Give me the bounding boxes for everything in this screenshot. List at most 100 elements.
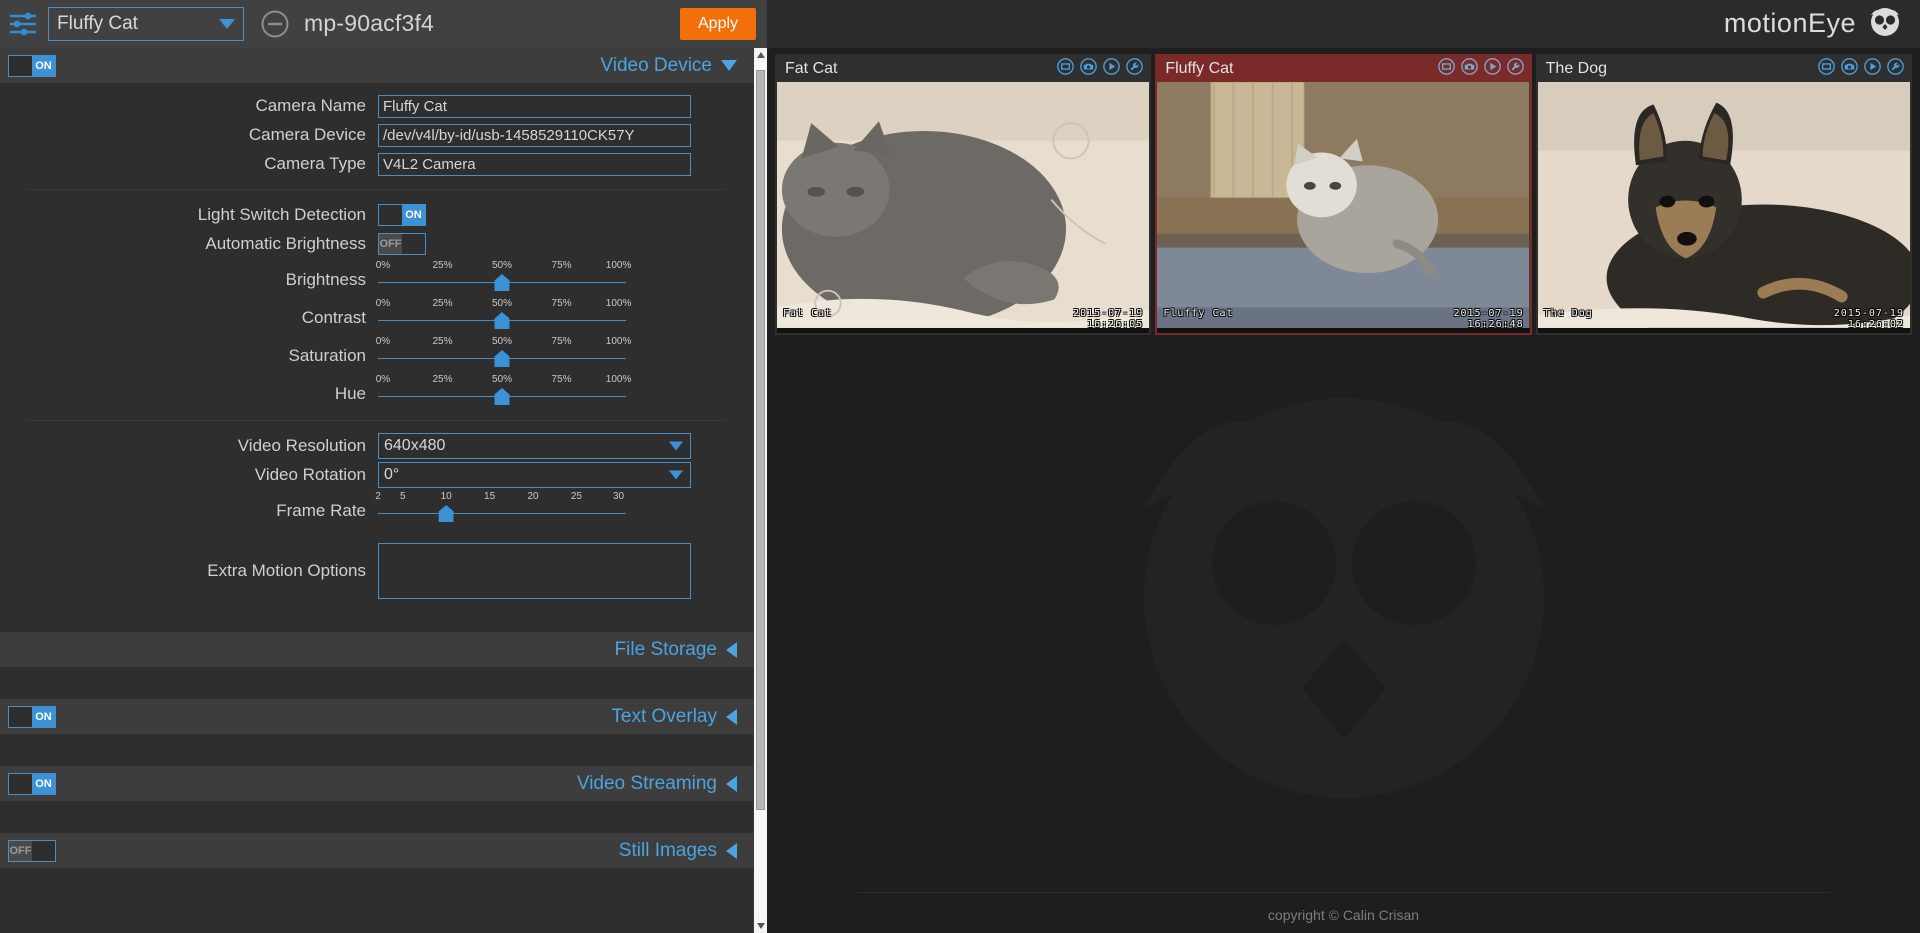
fullscreen-icon[interactable] xyxy=(1438,58,1455,80)
snapshot-icon[interactable] xyxy=(1461,58,1478,80)
camera-name: Fat Cat xyxy=(785,60,837,78)
sliders-icon[interactable] xyxy=(0,0,46,48)
field-light-switch-detection: Light Switch Detection ON xyxy=(0,202,753,228)
configure-icon[interactable] xyxy=(1126,58,1143,80)
tick: 75% xyxy=(552,336,572,347)
toggle-label: ON xyxy=(32,774,55,794)
configure-icon[interactable] xyxy=(1507,58,1524,80)
tick: 0% xyxy=(376,298,390,309)
camera-actions xyxy=(1818,58,1904,80)
camera-device-input[interactable]: /dev/v4l/by-id/usb-1458529110CK57Y xyxy=(378,124,691,147)
field-video-rotation: Video Rotation 0° xyxy=(0,462,753,488)
footer: copyright © Calin Crisan xyxy=(767,892,1920,933)
field-video-resolution: Video Resolution 640x480 xyxy=(0,433,753,459)
field-label: Light Switch Detection xyxy=(0,205,378,225)
fullscreen-icon[interactable] xyxy=(1057,58,1074,80)
brightness-slider[interactable]: 0% 25% 50% 75% 100% xyxy=(378,260,626,294)
field-contrast: Contrast 0% 25% 50% 75% 100% xyxy=(0,298,753,332)
fullscreen-icon[interactable] xyxy=(1818,58,1835,80)
hue-slider[interactable]: 0% 25% 50% 75% 100% xyxy=(378,374,626,408)
camera-name-input[interactable]: Fluffy Cat xyxy=(378,95,691,118)
section-header-file-storage[interactable]: File Storage xyxy=(0,632,753,667)
scroll-down-button[interactable] xyxy=(754,919,767,933)
chevron-left-icon xyxy=(726,709,737,725)
owl-watermark-icon xyxy=(1134,348,1554,853)
contrast-slider[interactable]: 0% 25% 50% 75% 100% xyxy=(378,298,626,332)
camera-actions xyxy=(1057,58,1143,80)
field-camera-type: Camera Type V4L2 Camera xyxy=(0,151,753,177)
record-icon[interactable] xyxy=(1864,58,1881,80)
record-icon[interactable] xyxy=(1103,58,1120,80)
owl-logo-icon[interactable] xyxy=(1868,5,1902,42)
field-label: Camera Type xyxy=(0,154,378,174)
automatic-brightness-toggle[interactable]: OFF xyxy=(378,233,426,255)
section-header-video-device[interactable]: ON Video Device xyxy=(0,48,753,83)
video-device-toggle[interactable]: ON xyxy=(8,55,56,77)
field-brightness: Brightness 0% 25% 50% 75% 100% xyxy=(0,260,753,294)
light-switch-detection-toggle[interactable]: ON xyxy=(378,204,426,226)
still-images-toggle[interactable]: OFF xyxy=(8,840,56,862)
video-streaming-toggle[interactable]: ON xyxy=(8,773,56,795)
section-gap xyxy=(0,667,753,699)
tick: 10 xyxy=(441,491,452,502)
tick: 100% xyxy=(606,260,632,271)
chevron-left-icon xyxy=(726,776,737,792)
tick: 0% xyxy=(376,260,390,271)
slider-thumb[interactable] xyxy=(495,312,510,329)
snapshot-icon[interactable] xyxy=(1841,58,1858,80)
apply-button[interactable]: Apply xyxy=(680,8,756,40)
camera-area: Fat Cat xyxy=(767,48,1920,933)
camera-video-frame[interactable]: Fluffy Cat 2015-07-19 16:26:48 xyxy=(1157,82,1529,333)
camera-video-frame[interactable]: The Dog 2015-07-19 16:26:02 xyxy=(1538,82,1910,333)
field-hue: Hue 0% 25% 50% 75% 100% xyxy=(0,374,753,408)
field-label: Frame Rate xyxy=(0,501,378,525)
slider-thumb[interactable] xyxy=(495,274,510,291)
tick: 50% xyxy=(492,336,512,347)
frame-rate-slider[interactable]: 2 5 10 15 20 25 30 xyxy=(378,491,626,525)
camera-card-the-dog[interactable]: The Dog xyxy=(1536,54,1912,335)
section-header-video-streaming[interactable]: ON Video Streaming xyxy=(0,766,753,801)
video-rotation-select[interactable]: 0° xyxy=(378,462,691,488)
toggle-label: ON xyxy=(32,56,55,76)
field-frame-rate: Frame Rate 2 5 10 15 20 25 30 xyxy=(0,491,753,525)
video-resolution-select[interactable]: 640x480 xyxy=(378,433,691,459)
toggle-knob xyxy=(9,774,32,794)
toggle-knob xyxy=(32,841,55,861)
configure-icon[interactable] xyxy=(1887,58,1904,80)
field-label: Hue xyxy=(0,384,378,408)
toggle-knob xyxy=(402,234,425,254)
slider-thumb[interactable] xyxy=(495,350,510,367)
camera-still-image xyxy=(777,82,1149,328)
snapshot-icon[interactable] xyxy=(1080,58,1097,80)
tick: 75% xyxy=(552,374,572,385)
tick: 15 xyxy=(484,491,495,502)
slider-thumb[interactable] xyxy=(495,388,510,405)
top-bar: Fluffy Cat mp-90acf3f4 Apply motionEye xyxy=(0,0,1920,48)
section-header-still-images[interactable]: OFF Still Images xyxy=(0,833,753,868)
slider-thumb[interactable] xyxy=(439,505,454,522)
chevron-left-icon xyxy=(726,642,737,658)
camera-card-fluffy-cat[interactable]: Fluffy Cat xyxy=(1155,54,1531,335)
camera-card-fat-cat[interactable]: Fat Cat xyxy=(775,54,1151,335)
extra-motion-options-textarea[interactable] xyxy=(378,543,691,599)
saturation-slider[interactable]: 0% 25% 50% 75% 100% xyxy=(378,336,626,370)
toggle-label: OFF xyxy=(9,841,32,861)
tick: 100% xyxy=(606,374,632,385)
record-icon[interactable] xyxy=(1484,58,1501,80)
section-title: Video Device xyxy=(600,55,712,77)
app-brand: motionEye xyxy=(1724,8,1856,39)
scroll-up-button[interactable] xyxy=(754,48,767,62)
section-header-text-overlay[interactable]: ON Text Overlay xyxy=(0,699,753,734)
remove-camera-button[interactable] xyxy=(258,7,292,41)
slider-ticks: 0% 25% 50% 75% 100% xyxy=(378,336,626,350)
settings-scrollbar[interactable] xyxy=(753,48,767,933)
toggle-knob xyxy=(379,205,402,225)
camera-selector[interactable]: Fluffy Cat xyxy=(48,7,244,41)
camera-actions xyxy=(1438,58,1524,80)
toggle-knob xyxy=(9,56,32,76)
scrollbar-thumb[interactable] xyxy=(756,70,765,810)
slider-ticks: 2 5 10 15 20 25 30 xyxy=(378,491,626,505)
text-overlay-toggle[interactable]: ON xyxy=(8,706,56,728)
chevron-down-icon xyxy=(219,19,235,29)
camera-video-frame[interactable]: Fat Cat 2015-07-19 16:26:05 xyxy=(777,82,1149,333)
